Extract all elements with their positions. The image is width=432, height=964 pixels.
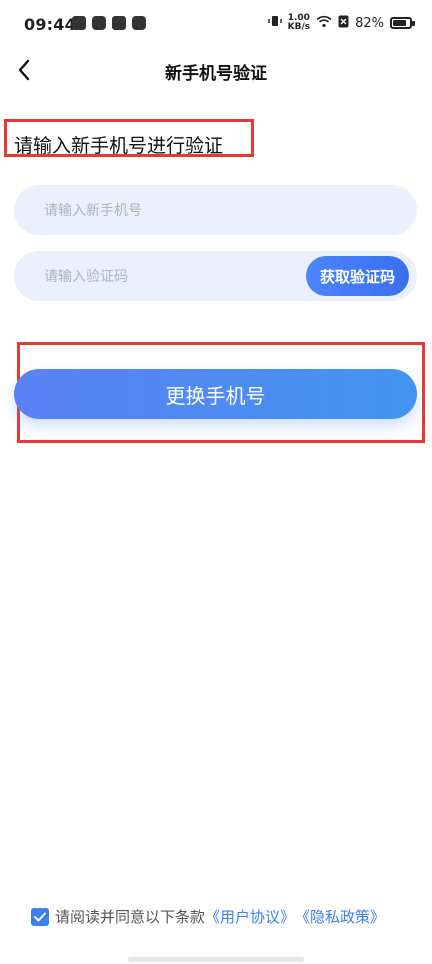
status-time: 09:44 bbox=[24, 15, 76, 34]
agreement-text: 请阅读并同意以下条款 bbox=[55, 908, 206, 926]
app-notification-icon bbox=[72, 16, 86, 30]
verification-code-input[interactable] bbox=[42, 251, 316, 303]
user-agreement-link[interactable]: 《用户协议》 bbox=[205, 906, 295, 927]
vibrate-icon bbox=[267, 14, 282, 32]
network-speed: 1.00 KB/s bbox=[287, 13, 311, 32]
agreement-row: 请阅读并同意以下条款 《用户协议》 《隐私政策》 bbox=[31, 906, 385, 927]
code-input-container: 获取验证码 bbox=[14, 251, 417, 303]
check-icon bbox=[34, 912, 46, 921]
app-notification-icon bbox=[112, 16, 126, 30]
phone-input-container bbox=[14, 185, 417, 237]
agreement-checkbox[interactable] bbox=[31, 907, 49, 926]
home-indicator bbox=[128, 957, 304, 962]
battery-icon bbox=[390, 17, 415, 29]
sim-icon bbox=[338, 15, 349, 32]
page-title: 新手机号验证 bbox=[165, 64, 267, 84]
app-notification-icon bbox=[92, 16, 106, 30]
new-phone-input[interactable] bbox=[42, 185, 316, 237]
wifi-icon bbox=[316, 15, 332, 32]
system-icons: 1.00 KB/s 82% bbox=[267, 13, 415, 32]
status-bar: 09:44 1.00 KB/s 82% bbox=[0, 0, 432, 52]
header: 新手机号验证 bbox=[0, 52, 432, 88]
form-subtitle: 请输入新手机号进行验证 bbox=[14, 135, 224, 157]
battery-level bbox=[393, 20, 406, 26]
get-code-button[interactable]: 获取验证码 bbox=[306, 256, 409, 296]
battery-percent: 82% bbox=[355, 15, 384, 31]
app-notification-icon bbox=[132, 16, 146, 30]
notification-icons bbox=[72, 16, 146, 30]
privacy-policy-link[interactable]: 《隐私政策》 bbox=[295, 906, 385, 927]
change-phone-button[interactable]: 更换手机号 bbox=[14, 369, 417, 419]
